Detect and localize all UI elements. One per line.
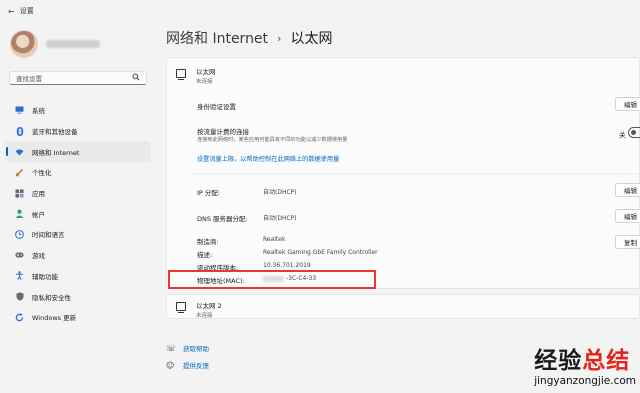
data-limit-link[interactable]: 设置流量上限，以帮助控制在此网络上的数据使用量	[197, 154, 339, 163]
sidebar-item-label: 辅助功能	[32, 272, 58, 281]
sidebar-item-bluetooth[interactable]: 蓝牙和其他设备	[5, 121, 151, 142]
description-label: 描述:	[197, 251, 213, 259]
metered-state-label: 关	[619, 131, 626, 139]
ethernet2-card[interactable]: 以太网 2 未连接	[166, 294, 640, 319]
feedback-link[interactable]: ☺ 提供反馈	[166, 360, 209, 371]
sidebar-item-apps[interactable]: 应用	[5, 183, 151, 204]
divider	[189, 173, 639, 174]
breadcrumb-parent[interactable]: 网络和 Internet	[166, 28, 268, 48]
avatar[interactable]	[10, 30, 38, 58]
mac-highlight-box	[168, 270, 376, 289]
sidebar-nav: 系统 蓝牙和其他设备 网络和 Internet 个性化 应用 帐户 时间和语言 …	[5, 100, 151, 328]
update-icon	[15, 312, 24, 322]
clock-globe-icon	[15, 230, 24, 239]
window-title-bar: ← 设置	[8, 6, 34, 16]
sidebar-item-label: 蓝牙和其他设备	[32, 128, 78, 137]
wifi-icon	[15, 147, 24, 156]
bluetooth-icon	[15, 126, 24, 136]
watermark-cn-a: 经验	[534, 347, 583, 374]
get-help-link[interactable]: ☏ 获取帮助	[166, 343, 209, 354]
monitor-icon	[15, 106, 24, 115]
get-help-label: 获取帮助	[183, 345, 209, 353]
sidebar-item-label: 游戏	[32, 252, 45, 261]
feedback-label: 提供反馈	[183, 362, 209, 370]
ethernet-header[interactable]: 以太网 未连接	[176, 66, 216, 85]
auth-edit-button[interactable]: 编辑	[615, 97, 640, 111]
sidebar-item-label: 时间和语言	[32, 231, 65, 240]
help-icon: ☏	[166, 343, 177, 353]
dns-edit-button[interactable]: 编辑	[615, 209, 640, 223]
person-icon	[15, 209, 24, 219]
ethernet-status: 未连接	[196, 79, 213, 85]
sidebar-item-accessibility[interactable]: 辅助功能	[5, 266, 151, 287]
sidebar-item-windows-update[interactable]: Windows 更新	[5, 307, 151, 328]
feedback-icon: ☺	[166, 360, 175, 370]
dns-assignment-value: 自动(DHCP)	[263, 215, 297, 222]
watermark: 经验总结 jingyanzongjie.com	[534, 341, 636, 387]
sidebar-item-personalization[interactable]: 个性化	[5, 162, 151, 183]
ethernet2-name: 以太网 2	[196, 302, 222, 310]
sidebar-item-system[interactable]: 系统	[5, 100, 151, 121]
search-icon[interactable]	[132, 73, 140, 83]
ethernet-name: 以太网	[196, 68, 216, 76]
back-arrow-icon[interactable]: ←	[8, 7, 15, 16]
manufacturer-value: Realtek	[263, 236, 286, 243]
sidebar-item-label: 网络和 Internet	[32, 148, 80, 157]
sidebar-item-label: 帐户	[32, 210, 45, 219]
page-title: 以太网	[290, 31, 333, 47]
shield-icon	[15, 292, 24, 301]
user-name-blurred	[46, 40, 100, 48]
copy-button[interactable]: 复制	[615, 235, 640, 249]
metered-toggle[interactable]	[628, 127, 640, 138]
sidebar-item-label: 隐私和安全性	[32, 293, 71, 302]
ethernet2-status: 未连接	[196, 313, 213, 319]
auth-settings-label: 身份验证设置	[197, 103, 236, 111]
sidebar-item-label: Windows 更新	[32, 314, 77, 323]
ip-assignment-label: IP 分配:	[197, 189, 221, 197]
sidebar-item-time-language[interactable]: 时间和语言	[5, 224, 151, 245]
dns-assignment-label: DNS 服务器分配:	[197, 215, 248, 223]
metered-connection-label: 按流量计费的连接	[197, 128, 249, 136]
ethernet2-header: 以太网 2 未连接	[176, 300, 222, 319]
breadcrumb: 网络和 Internet › 以太网	[166, 28, 332, 48]
sidebar-item-label: 应用	[32, 190, 45, 199]
sidebar-item-gaming[interactable]: 游戏	[5, 245, 151, 266]
ethernet-card: 以太网 未连接 身份验证设置 编辑 按流量计费的连接 连接到此网络时，某些应用可…	[166, 57, 640, 289]
brush-icon	[15, 168, 24, 177]
ethernet2-monitor-icon	[176, 302, 186, 313]
apps-icon	[15, 189, 24, 198]
ip-assignment-value: 自动(DHCP)	[263, 189, 297, 196]
sidebar-item-privacy[interactable]: 隐私和安全性	[5, 286, 151, 307]
sidebar-item-label: 个性化	[32, 169, 52, 178]
watermark-cn-b: 总结	[582, 347, 631, 374]
gamepad-icon	[15, 251, 24, 260]
user-profile[interactable]	[10, 30, 100, 58]
description-value: Realtek Gaming GbE Family Controller	[263, 249, 378, 256]
watermark-cn: 经验总结	[534, 341, 636, 375]
sidebar-item-label: 系统	[32, 107, 45, 116]
search-placeholder: 查找设置	[16, 75, 42, 83]
ip-edit-button[interactable]: 编辑	[615, 183, 640, 197]
watermark-url: jingyanzongjie.com	[534, 375, 636, 387]
search-input[interactable]: 查找设置	[9, 71, 147, 85]
window-title: 设置	[19, 7, 34, 15]
manufacturer-label: 制造商:	[197, 238, 219, 246]
ethernet-monitor-icon	[176, 69, 186, 80]
sidebar-item-accounts[interactable]: 帐户	[5, 203, 151, 224]
accessibility-icon	[15, 271, 24, 281]
sidebar-item-network[interactable]: 网络和 Internet	[5, 141, 151, 163]
chevron-right-icon: ›	[277, 31, 282, 45]
metered-connection-desc: 连接到此网络时，某些应用可能具有不同的功能以减少数据使用量	[197, 137, 348, 143]
driver-version-value: 10.36.701.2019	[263, 262, 311, 269]
